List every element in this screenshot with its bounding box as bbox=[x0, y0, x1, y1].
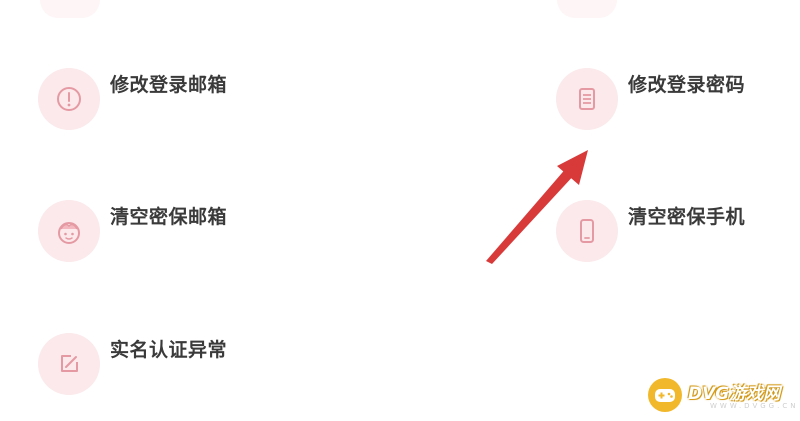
clear-security-email-option[interactable]: 清空密保邮箱 bbox=[38, 200, 278, 270]
face-icon bbox=[38, 200, 100, 262]
partial-icon-top-left bbox=[40, 0, 100, 18]
change-login-email-option[interactable]: 修改登录邮箱 bbox=[38, 68, 278, 138]
document-list-icon bbox=[556, 68, 618, 130]
real-name-verification-option[interactable]: 实名认证异常 bbox=[38, 333, 278, 403]
option-label: 清空密保手机 bbox=[628, 206, 746, 228]
partial-icon-top-right bbox=[557, 0, 617, 18]
mobile-phone-icon bbox=[556, 200, 618, 262]
watermark-name: DVG游戏网 bbox=[688, 384, 781, 404]
clear-security-phone-option[interactable]: 清空密保手机 bbox=[556, 200, 796, 270]
change-login-password-option[interactable]: 修改登录密码 bbox=[556, 68, 796, 138]
edit-square-icon bbox=[38, 333, 100, 395]
option-label: 修改登录邮箱 bbox=[110, 74, 228, 96]
gamepad-icon bbox=[648, 378, 682, 412]
info-circle-icon bbox=[38, 68, 100, 130]
option-label: 修改登录密码 bbox=[628, 74, 746, 96]
watermark-domain: WWW.DVGG.CN bbox=[710, 402, 799, 410]
option-label: 实名认证异常 bbox=[110, 339, 228, 361]
option-label: 清空密保邮箱 bbox=[110, 206, 228, 228]
watermark-logo: DVG游戏网 WWW.DVGG.CN bbox=[648, 378, 798, 418]
